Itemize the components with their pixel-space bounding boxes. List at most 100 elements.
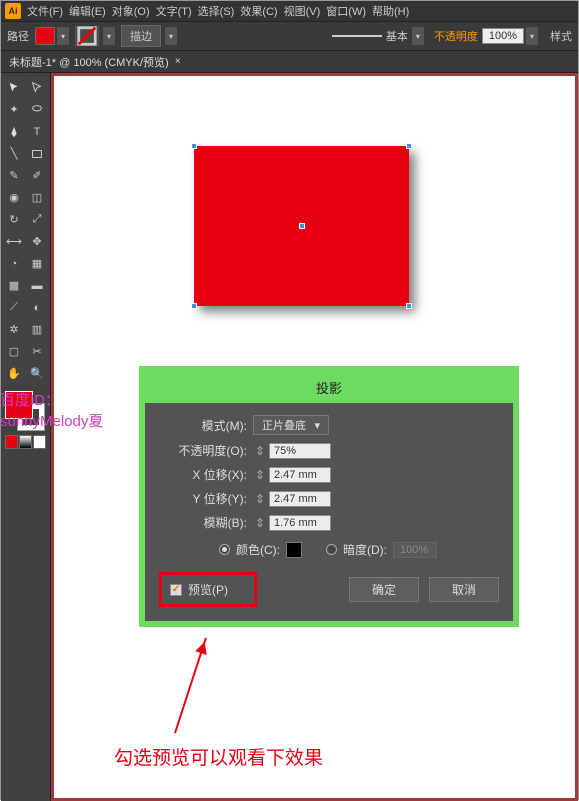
annotation-arrow <box>174 638 207 734</box>
handle-center[interactable] <box>299 223 305 229</box>
width-tool[interactable]: ⟷ <box>3 231 25 252</box>
blend-tool[interactable]: ◐ <box>26 297 48 318</box>
annotation-text: 勾选预览可以观看下效果 <box>114 743 323 770</box>
basic-dropdown[interactable]: ▾ <box>412 27 424 45</box>
preview-label: 预览(P) <box>188 581 228 598</box>
opacity-field-label: 不透明度(O): <box>159 442 247 459</box>
dialog-title: 投影 <box>145 372 513 403</box>
canvas[interactable]: 投影 模式(M): 正片叠底▾ 不透明度(O): ⇕ X 位 <box>51 73 578 801</box>
xoffset-label: X 位移(X): <box>159 466 247 483</box>
symbol-sprayer-tool[interactable]: ✲ <box>3 319 25 340</box>
menu-type[interactable]: 文字(T) <box>156 3 192 19</box>
opacity-dropdown[interactable]: ▾ <box>526 27 538 45</box>
color-mode-gradient[interactable] <box>19 435 32 449</box>
stepper-icon[interactable]: ⇕ <box>253 468 267 482</box>
tools-panel: ✦ T ╲ ✎✐ ◉◫ ↻⤢ ⟷✥ ◔▦ ▩▬ ⟋◐ ✲▥ ▢✂ ✋🔍 <box>1 73 51 801</box>
menu-effect[interactable]: 效果(C) <box>240 3 277 19</box>
pen-tool[interactable] <box>3 121 25 142</box>
lasso-tool[interactable] <box>26 99 48 120</box>
paintbrush-tool[interactable]: ✎ <box>3 165 25 186</box>
color-mode-none[interactable] <box>33 435 46 449</box>
eyedropper-tool[interactable]: ⟋ <box>3 297 25 318</box>
stepper-icon[interactable]: ⇕ <box>253 444 267 458</box>
fill-color-box[interactable] <box>5 391 33 419</box>
magic-wand-tool[interactable]: ✦ <box>3 99 25 120</box>
stroke-preview <box>332 35 382 37</box>
blob-brush-tool[interactable]: ◉ <box>3 187 25 208</box>
xoffset-input[interactable] <box>269 467 331 483</box>
basic-label: 基本 <box>386 28 408 44</box>
handle-top-right[interactable] <box>406 143 412 149</box>
stepper-icon[interactable]: ⇕ <box>253 516 267 530</box>
cancel-button[interactable]: 取消 <box>429 577 499 602</box>
darkness-input <box>393 542 437 558</box>
blur-input[interactable] <box>269 515 331 531</box>
preview-checkbox[interactable]: ✓ <box>170 584 182 596</box>
mode-label: 模式(M): <box>159 417 247 434</box>
direct-selection-tool[interactable] <box>26 77 48 98</box>
menu-view[interactable]: 视图(V) <box>284 3 321 19</box>
menu-edit[interactable]: 编辑(E) <box>69 3 106 19</box>
menu-select[interactable]: 选择(S) <box>198 3 235 19</box>
fill-swatch[interactable] <box>35 27 55 45</box>
ai-logo: Ai <box>5 3 21 19</box>
handle-top-left[interactable] <box>191 143 197 149</box>
app-window: Ai 文件(F) 编辑(E) 对象(O) 文字(T) 选择(S) 效果(C) 视… <box>0 0 579 800</box>
shape-builder-tool[interactable]: ◔ <box>3 253 25 274</box>
workspace: ✦ T ╲ ✎✐ ◉◫ ↻⤢ ⟷✥ ◔▦ ▩▬ ⟋◐ ✲▥ ▢✂ ✋🔍 <box>1 73 578 801</box>
handle-bottom-left[interactable] <box>191 303 197 309</box>
mesh-tool[interactable]: ▩ <box>3 275 25 296</box>
yoffset-input[interactable] <box>269 491 331 507</box>
stepper-icon[interactable]: ⇕ <box>253 492 267 506</box>
scale-tool[interactable]: ⤢ <box>26 209 48 230</box>
yoffset-label: Y 位移(Y): <box>159 490 247 507</box>
stroke-weight-dropdown[interactable]: ▾ <box>165 27 177 45</box>
menu-object[interactable]: 对象(O) <box>112 3 150 19</box>
document-tab-bar: 未标题-1* @ 100% (CMYK/预览) × <box>1 51 578 73</box>
rotate-tool[interactable]: ↻ <box>3 209 25 230</box>
style-label: 样式 <box>550 28 572 44</box>
menu-window[interactable]: 窗口(W) <box>326 3 366 19</box>
hand-tool[interactable]: ✋ <box>3 363 25 384</box>
path-label: 路径 <box>7 28 29 44</box>
close-tab-icon[interactable]: × <box>175 56 181 67</box>
document-tab[interactable]: 未标题-1* @ 100% (CMYK/预览) <box>9 54 169 70</box>
mode-dropdown[interactable]: 正片叠底▾ <box>253 415 329 435</box>
ok-button[interactable]: 确定 <box>349 577 419 602</box>
type-tool[interactable]: T <box>26 121 48 142</box>
graph-tool[interactable]: ▥ <box>26 319 48 340</box>
preview-highlight: ✓ 预览(P) <box>159 572 257 607</box>
artboard-tool[interactable]: ▢ <box>3 341 25 362</box>
darkness-radio-label: 暗度(D): <box>343 541 387 558</box>
drop-shadow-dialog-highlight: 投影 模式(M): 正片叠底▾ 不透明度(O): ⇕ X 位 <box>139 366 519 627</box>
darkness-radio[interactable] <box>326 544 337 555</box>
free-transform-tool[interactable]: ✥ <box>26 231 48 252</box>
blur-label: 模糊(B): <box>159 514 247 531</box>
menu-file[interactable]: 文件(F) <box>27 3 63 19</box>
menu-help[interactable]: 帮助(H) <box>372 3 409 19</box>
stroke-dropdown[interactable]: ▾ <box>103 27 115 45</box>
line-tool[interactable]: ╲ <box>3 143 25 164</box>
stroke-button[interactable]: 描边 <box>121 25 161 47</box>
opacity-input[interactable] <box>269 443 331 459</box>
control-bar: 路径 ▾ ▾ 描边 ▾ 基本 ▾ 不透明度 100% ▾ 样式 <box>1 21 578 51</box>
menubar: Ai 文件(F) 编辑(E) 对象(O) 文字(T) 选择(S) 效果(C) 视… <box>1 1 578 21</box>
handle-bottom-right[interactable] <box>406 303 412 309</box>
selection-tool[interactable] <box>3 77 25 98</box>
eraser-tool[interactable]: ◫ <box>26 187 48 208</box>
fill-dropdown[interactable]: ▾ <box>57 27 69 45</box>
color-mode-solid[interactable] <box>5 435 18 449</box>
stroke-icon[interactable] <box>75 26 99 46</box>
pencil-tool[interactable]: ✐ <box>26 165 48 186</box>
shadow-color-chip[interactable] <box>286 542 302 558</box>
selected-rectangle[interactable] <box>194 146 409 306</box>
perspective-tool[interactable]: ▦ <box>26 253 48 274</box>
rectangle-tool[interactable] <box>26 143 48 164</box>
color-radio-label: 颜色(C): <box>236 541 280 558</box>
slice-tool[interactable]: ✂ <box>26 341 48 362</box>
zoom-tool[interactable]: 🔍 <box>26 363 48 384</box>
opacity-value[interactable]: 100% <box>482 28 524 44</box>
fill-stroke-swatch[interactable] <box>5 391 45 431</box>
color-radio[interactable] <box>219 544 230 555</box>
gradient-tool[interactable]: ▬ <box>26 275 48 296</box>
